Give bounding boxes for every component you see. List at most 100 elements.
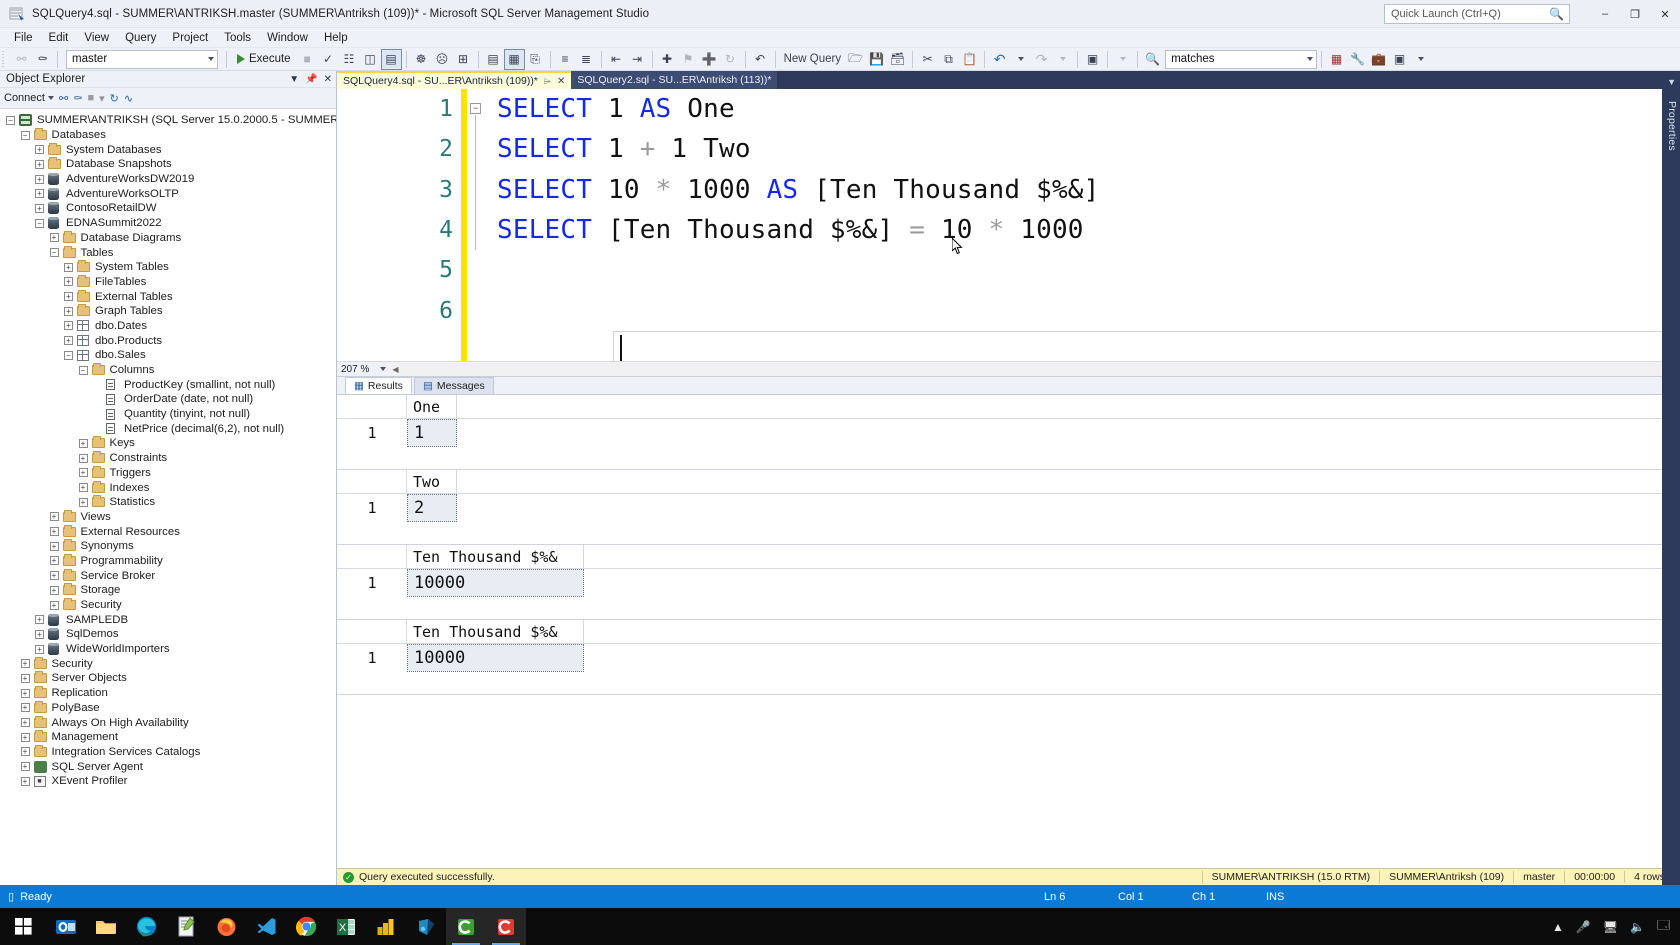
tree-node[interactable]: + Graph Tables	[0, 304, 336, 319]
results-to-grid-icon[interactable]: ▦	[503, 48, 525, 70]
quick-launch-input[interactable]: Quick Launch (Ctrl+Q)	[1384, 4, 1570, 24]
grid-corner-cell[interactable]	[337, 395, 407, 419]
chrome-icon[interactable]	[286, 908, 326, 945]
tab-messages[interactable]: ▤ Messages	[413, 377, 494, 394]
expand-toggle-icon[interactable]: +	[64, 336, 73, 346]
clear-bookmarks-icon[interactable]: ⚑	[678, 49, 699, 70]
maximize-button[interactable]: ❐	[1620, 0, 1650, 28]
tree-node[interactable]: + Storage	[0, 583, 336, 598]
copy-icon[interactable]: ⧉	[938, 49, 959, 70]
tree-node[interactable]: + Triggers	[0, 465, 336, 481]
vscode-icon[interactable]	[246, 908, 286, 945]
expand-toggle-icon[interactable]: +	[49, 556, 59, 566]
table-row[interactable]: 1 10000	[337, 569, 1680, 597]
toolbar-overflow-icon[interactable]	[1410, 49, 1431, 70]
tree-node[interactable]: OrderDate (date, not null)	[0, 392, 336, 407]
tree-node[interactable]: + Statistics	[0, 495, 336, 510]
connect-button[interactable]: Connect	[4, 92, 54, 104]
display-estimated-plan-icon[interactable]: ☷	[339, 49, 360, 70]
tree-node[interactable]: + WideWorldImporters	[0, 642, 336, 657]
menu-project[interactable]: Project	[164, 30, 216, 46]
document-tab-sqlquery2[interactable]: SQLQuery2.sql - SU...ER\Antriksh (113))*	[571, 71, 778, 89]
tree-node[interactable]: + SAMPLEDB	[0, 612, 336, 627]
expand-toggle-icon[interactable]: +	[20, 703, 30, 713]
save-icon[interactable]: 💾	[866, 49, 887, 70]
filter-icon[interactable]: ▾	[99, 92, 105, 105]
expand-toggle-icon[interactable]: +	[78, 438, 88, 448]
notepad-icon[interactable]	[166, 908, 206, 945]
close-button[interactable]: ✕	[1650, 0, 1680, 28]
menu-view[interactable]: View	[76, 30, 117, 46]
expand-toggle-icon[interactable]: +	[49, 541, 59, 551]
code-folding-column[interactable]: −	[467, 89, 489, 361]
ssms-green-icon[interactable]	[446, 908, 486, 945]
outlook-icon[interactable]	[46, 908, 86, 945]
execute-button[interactable]: Execute	[231, 49, 297, 70]
column-header[interactable]: One	[407, 395, 457, 419]
expand-toggle-icon[interactable]: +	[35, 159, 44, 169]
refresh-icon[interactable]: ↻	[720, 49, 741, 70]
wrench-icon[interactable]: 🔧	[1347, 49, 1368, 70]
code-line[interactable]	[489, 290, 1680, 330]
table-row[interactable]: 11	[337, 419, 1680, 447]
undo-arrow-icon[interactable]: ↶	[989, 49, 1010, 70]
tree-node[interactable]: + Always On High Availability	[0, 715, 336, 730]
tree-node[interactable]: + Replication	[0, 686, 336, 701]
properties-panel-tab[interactable]: ▼ Properties	[1662, 71, 1680, 885]
result-grid[interactable]: Ten Thousand $%& 1 10000	[337, 620, 1680, 695]
excel-icon[interactable]: X	[326, 908, 366, 945]
menu-query[interactable]: Query	[117, 30, 164, 46]
window-layout-icon[interactable]: ▣	[1389, 49, 1410, 70]
expand-toggle-icon[interactable]: +	[49, 600, 59, 610]
search-icon[interactable]: 🔍	[1142, 49, 1163, 70]
result-grid[interactable]: Ten Thousand $%& 1 10000	[337, 545, 1680, 620]
expand-toggle-icon[interactable]: +	[49, 527, 59, 537]
result-grids[interactable]: One 1 1 Two 1 2 Ten Thousand $%& 1 10000 Ten Thou…	[337, 395, 1680, 868]
tree-node[interactable]: + Integration Services Catalogs	[0, 744, 336, 760]
tree-node[interactable]: + Database Diagrams	[0, 230, 336, 246]
scroll-left-icon[interactable]: ◀	[389, 362, 402, 376]
column-header[interactable]: Ten Thousand $%&	[407, 620, 584, 644]
firefox-icon[interactable]	[206, 908, 246, 945]
action-center-icon[interactable]: 🗔	[1657, 916, 1670, 937]
tree-node[interactable]: + SqlDemos	[0, 627, 336, 642]
new-query-connection-icon[interactable]: ⚰	[32, 49, 53, 70]
tree-node[interactable]: + Keys	[0, 436, 336, 451]
volume-icon[interactable]: 🔈	[1630, 920, 1645, 934]
decrease-indent-icon[interactable]: ⇤	[606, 49, 627, 70]
stop-icon[interactable]: ■	[297, 49, 318, 70]
pin-icon[interactable]: 📌	[305, 74, 317, 85]
tree-node[interactable]: − Tables	[0, 245, 336, 260]
expand-toggle-icon[interactable]: +	[20, 688, 30, 698]
tree-node[interactable]: + Security	[0, 656, 336, 671]
collapse-region-icon[interactable]: −	[470, 103, 481, 114]
collapse-toggle-icon[interactable]: −	[78, 365, 88, 375]
code-pane[interactable]: 123456 − SELECT 1 AS One SELECT 1 + 1 Two…	[337, 89, 1680, 361]
menu-tools[interactable]: Tools	[216, 30, 259, 46]
expand-toggle-icon[interactable]: +	[49, 512, 59, 522]
tree-node[interactable]: + Synonyms	[0, 539, 336, 554]
code-line[interactable]: SELECT 1 + 1 Two	[489, 129, 1680, 169]
expand-toggle-icon[interactable]: +	[20, 732, 30, 742]
chevron-down-icon[interactable]: ▼	[1667, 77, 1676, 87]
expand-toggle-icon[interactable]: +	[49, 571, 59, 581]
expand-toggle-icon[interactable]: +	[64, 292, 73, 302]
disconnect-plug-icon[interactable]: ⚰	[73, 92, 82, 105]
expand-toggle-icon[interactable]: +	[20, 747, 30, 757]
menu-help[interactable]: Help	[316, 30, 356, 46]
chevron-up-icon[interactable]: ▲	[1552, 920, 1564, 934]
tree-node[interactable]: + Server Objects	[0, 671, 336, 686]
tree-node[interactable]: + Indexes	[0, 480, 336, 495]
paste-icon[interactable]: 📋	[959, 49, 980, 70]
zoom-level-combo[interactable]: 207 %	[337, 362, 389, 376]
document-tab-sqlquery4[interactable]: SQLQuery4.sql - SU...ER\Antriksh (109))*…	[337, 71, 572, 89]
code-line[interactable]: SELECT [Ten Thousand $%&] = 10 * 1000	[489, 210, 1680, 250]
tree-node[interactable]: − Databases	[0, 128, 336, 143]
activity-monitor-icon[interactable]: ∿	[124, 92, 133, 105]
column-header[interactable]: Two	[407, 470, 457, 494]
include-actual-plan-icon[interactable]: ▤	[380, 48, 402, 70]
result-grid[interactable]: One 1 1	[337, 395, 1680, 470]
editor-horizontal-scrollbar[interactable]: ◀ ▶	[389, 362, 1680, 376]
tab-results[interactable]: ▦ Results	[345, 377, 412, 394]
code-line[interactable]: SELECT 10 * 1000 AS [Ten Thousand $%&]	[489, 170, 1680, 210]
